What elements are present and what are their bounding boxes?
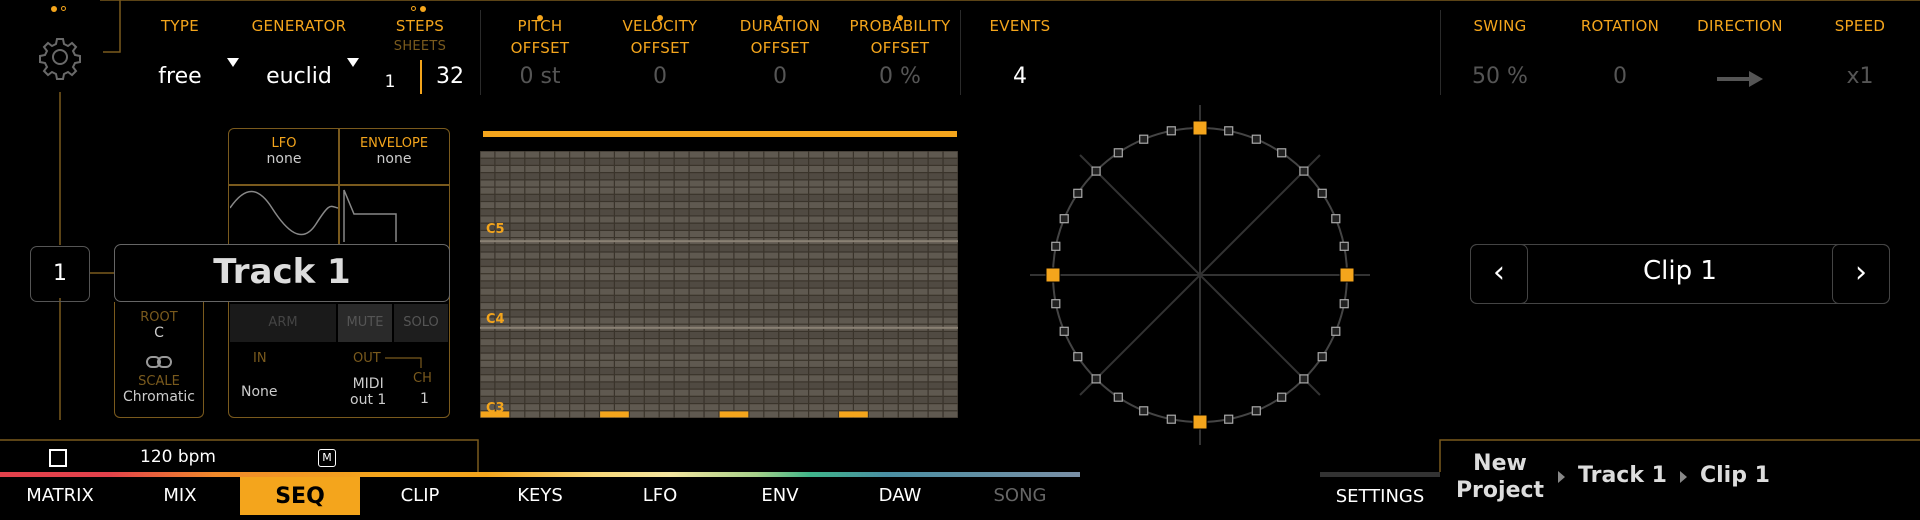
breadcrumb-separator-icon	[1558, 471, 1565, 483]
tab-daw[interactable]: DAW	[840, 472, 960, 515]
tab-clip[interactable]: CLIP	[360, 472, 480, 515]
tempo-display[interactable]: 120 bpm	[140, 447, 216, 467]
tab-mix[interactable]: MIX	[120, 472, 240, 515]
tab-env[interactable]: ENV	[720, 472, 840, 515]
tab-keys[interactable]: KEYS	[480, 472, 600, 515]
tab-seq[interactable]: SEQ	[240, 477, 360, 515]
breadcrumb-project[interactable]: New Project	[1450, 450, 1550, 504]
metronome-button[interactable]: M	[318, 449, 336, 467]
bottom-frame	[0, 439, 1920, 472]
breadcrumb-track[interactable]: Track 1	[1578, 463, 1667, 488]
tab-settings[interactable]: SETTINGS	[1320, 477, 1440, 520]
tab-song[interactable]: SONG	[960, 472, 1080, 515]
tab-lfo[interactable]: LFO	[600, 472, 720, 515]
stop-button[interactable]	[49, 449, 67, 467]
breadcrumb-clip[interactable]: Clip 1	[1700, 463, 1770, 488]
metronome-icon: M	[322, 451, 332, 464]
breadcrumb-separator-icon	[1680, 471, 1687, 483]
tab-matrix[interactable]: MATRIX	[0, 472, 120, 515]
